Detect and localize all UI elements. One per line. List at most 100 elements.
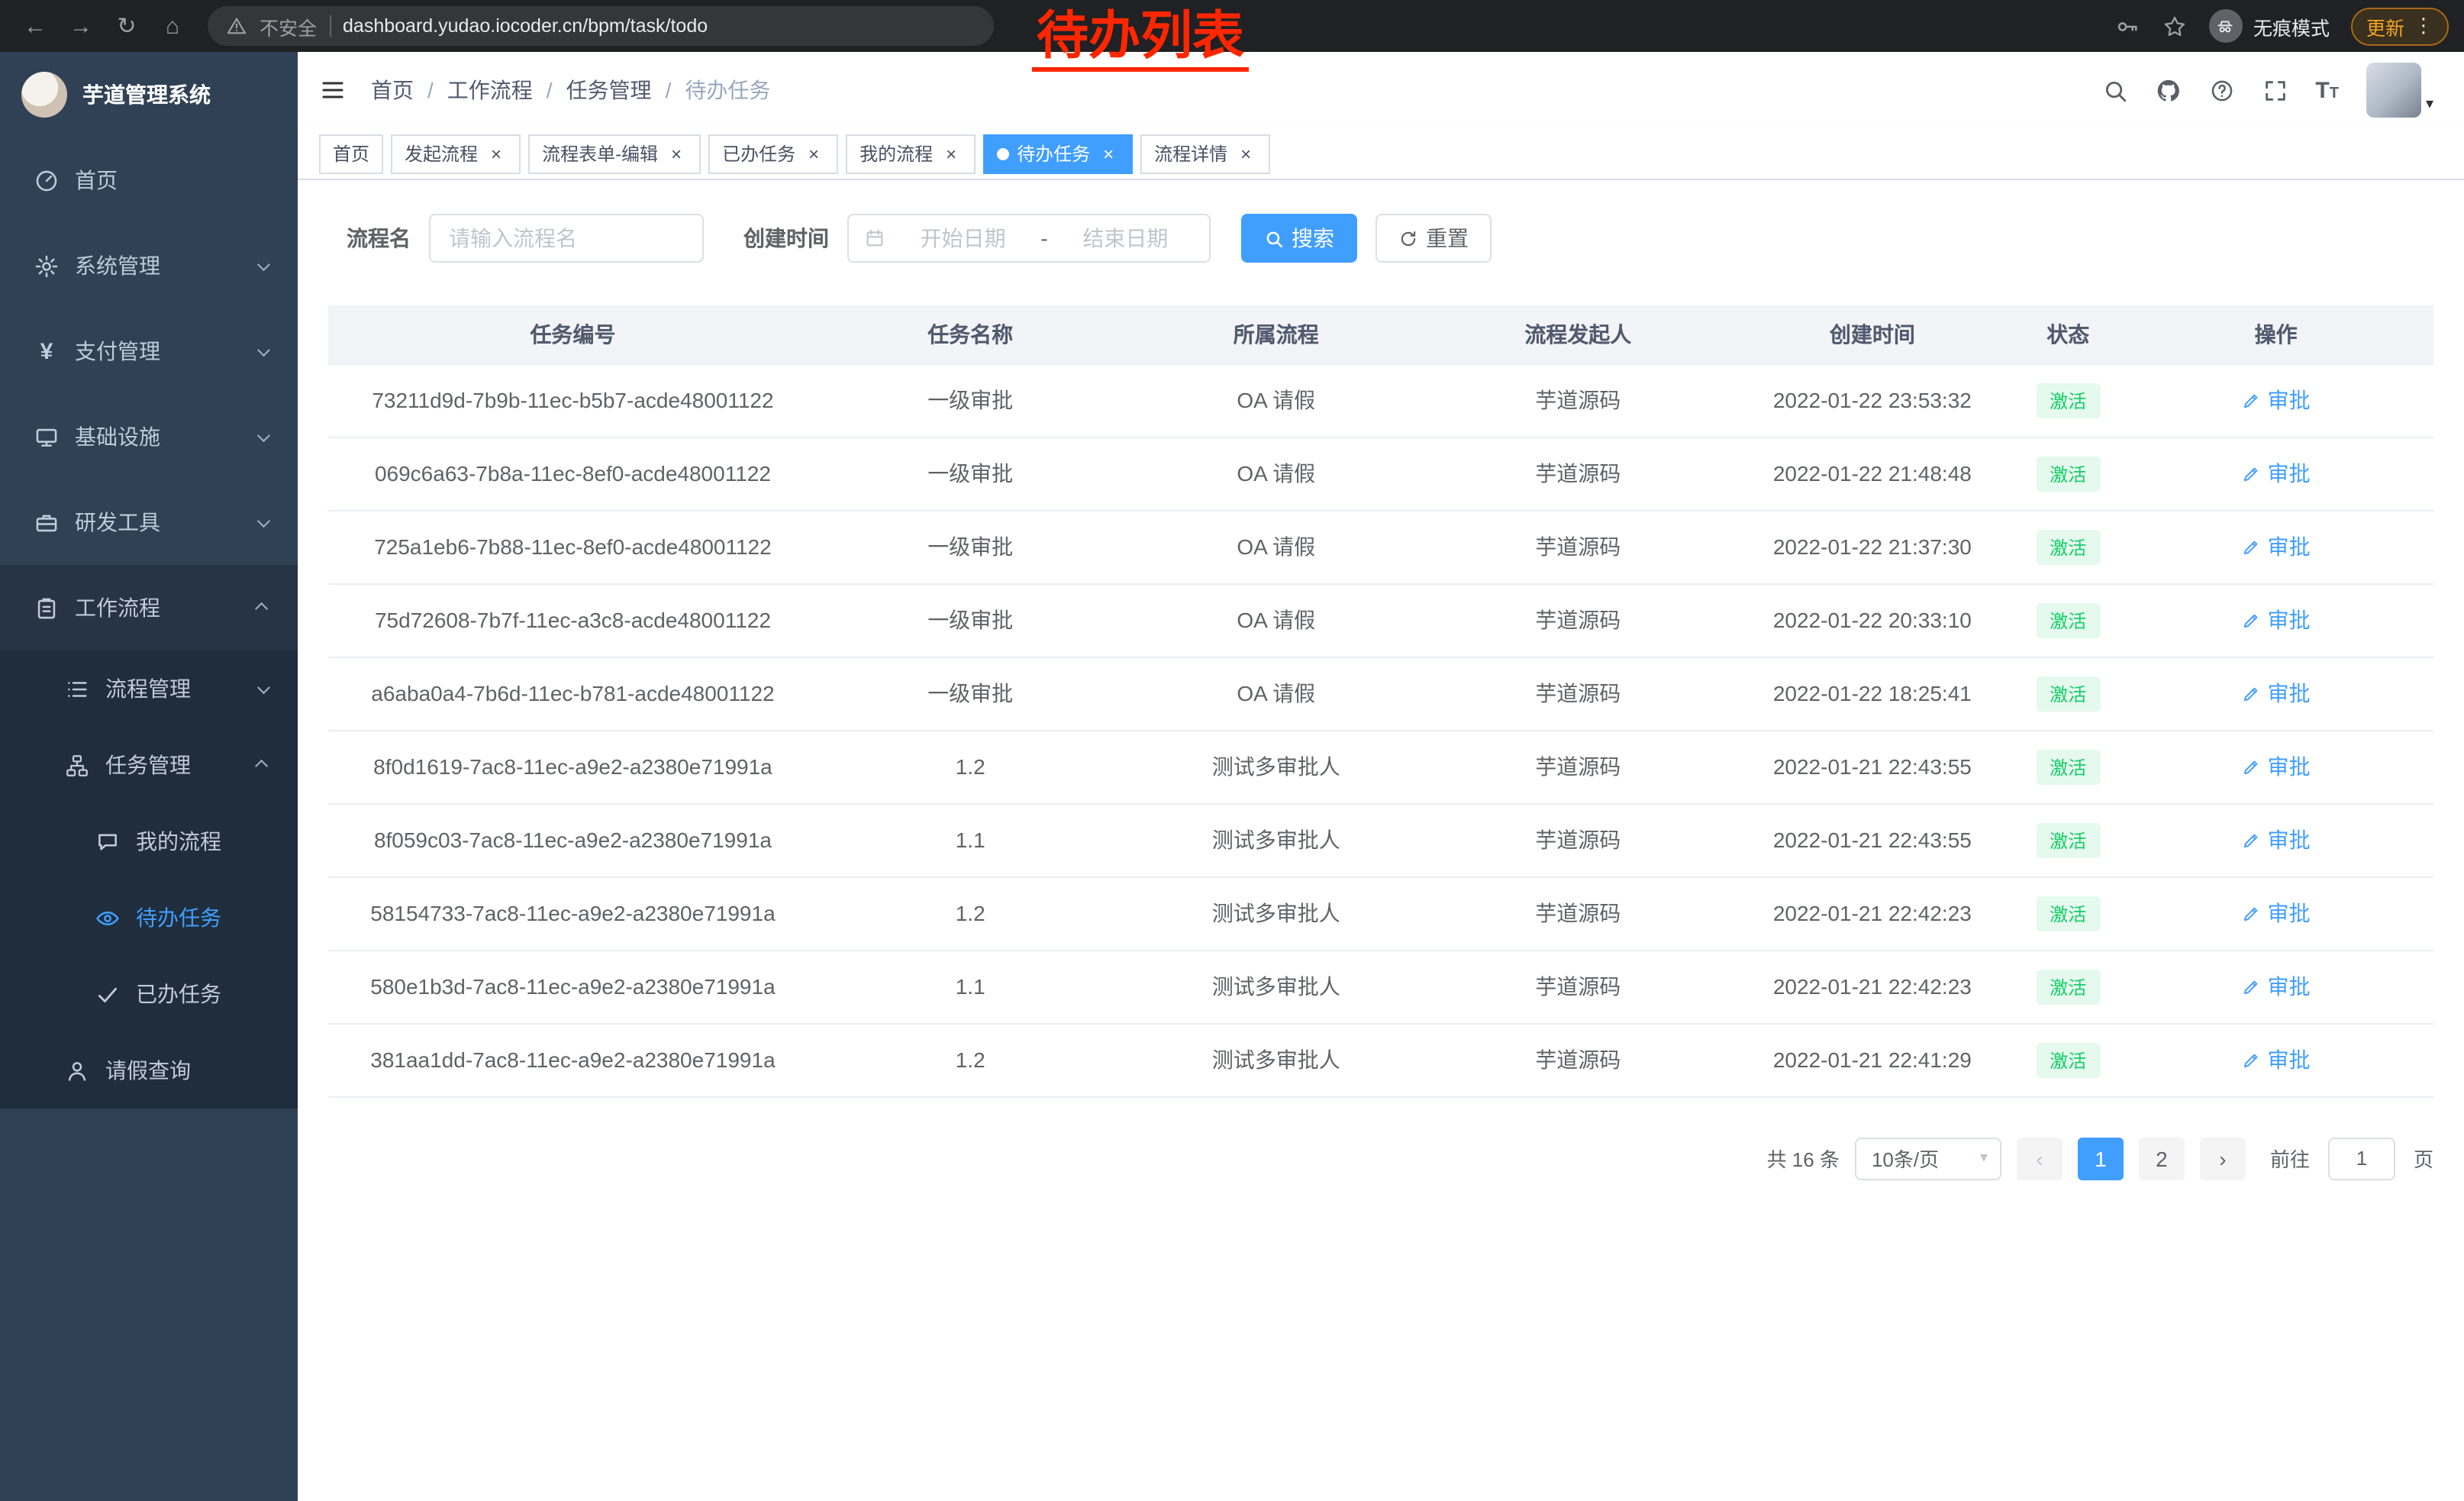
status-badge: 激活 <box>2036 969 2100 1004</box>
tag-done-tasks[interactable]: 已办任务× <box>708 134 838 173</box>
omnibox-divider <box>329 15 331 37</box>
approve-link[interactable]: 审批 <box>2242 605 2311 635</box>
bookmark-star-icon[interactable] <box>2162 13 2188 39</box>
app-body: 芋道管理系统 首页 系统管理 ¥ 支付管理 基础设施 <box>0 52 2464 1501</box>
page-button-2[interactable]: 2 <box>2139 1137 2185 1180</box>
sidebar-item-payment[interactable]: ¥ 支付管理 <box>0 308 298 394</box>
cell-process: OA 请假 <box>1123 363 1429 437</box>
search-icon[interactable] <box>2101 77 2127 103</box>
user-menu[interactable]: ▾ <box>2366 63 2433 118</box>
cell-status: 激活 <box>2017 510 2118 583</box>
sidebar-item-leave-query[interactable]: 请假查询 <box>0 1032 298 1109</box>
approve-link[interactable]: 审批 <box>2242 825 2311 855</box>
incognito-badge: 无痕模式 <box>2209 9 2330 43</box>
sidebar-item-system[interactable]: 系统管理 <box>0 223 298 308</box>
status-badge: 激活 <box>2036 529 2100 564</box>
key-icon[interactable] <box>2114 13 2140 39</box>
approve-link[interactable]: 审批 <box>2242 898 2311 928</box>
top-navbar: 首页 / 工作流程 / 任务管理 / 待办任务 <box>298 52 2464 128</box>
browser-menu-icon[interactable]: ⋮ <box>2414 14 2433 38</box>
close-icon[interactable]: × <box>1098 143 1119 164</box>
cell-status: 激活 <box>2017 363 2118 437</box>
search-button[interactable]: 搜索 <box>1241 214 1357 263</box>
sidebar-item-infrastructure[interactable]: 基础设施 <box>0 394 298 479</box>
close-icon[interactable]: × <box>803 143 824 164</box>
sidebar-collapse-icon[interactable] <box>319 76 347 104</box>
cell-action: 审批 <box>2118 876 2433 950</box>
sidebar-item-done-tasks[interactable]: 已办任务 <box>0 956 298 1032</box>
cell-process: 测试多审批人 <box>1123 1023 1429 1096</box>
cell-process: OA 请假 <box>1123 657 1429 730</box>
approve-link[interactable]: 审批 <box>2242 458 2311 489</box>
status-badge: 激活 <box>2036 383 2100 418</box>
sidebar-item-devtools[interactable]: 研发工具 <box>0 479 298 565</box>
breadcrumb-task-management[interactable]: 任务管理 <box>566 75 652 105</box>
close-icon[interactable]: × <box>1235 143 1256 164</box>
edit-icon <box>2242 757 2262 776</box>
update-button[interactable]: 更新 ⋮ <box>2351 7 2449 45</box>
sidebar-item-task-management[interactable]: 任务管理 <box>0 727 298 803</box>
date-range-picker[interactable]: 开始日期 - 结束日期 <box>847 214 1211 263</box>
tag-my-process[interactable]: 我的流程× <box>846 134 976 173</box>
process-name-input[interactable] <box>429 214 704 263</box>
cell-created: 2022-01-22 23:53:32 <box>1727 363 2018 437</box>
avatar-caret-icon: ▾ <box>2426 93 2433 118</box>
table-header-row: 任务编号 任务名称 所属流程 流程发起人 创建时间 状态 操作 <box>328 305 2433 363</box>
fullscreen-icon[interactable] <box>2262 77 2288 103</box>
font-size-icon[interactable]: TT <box>2315 77 2339 103</box>
update-label: 更新 <box>2366 11 2404 40</box>
forward-icon[interactable]: → <box>61 6 101 46</box>
back-icon[interactable]: ← <box>15 6 55 46</box>
breadcrumb-workflow[interactable]: 工作流程 <box>447 75 533 105</box>
cell-status: 激活 <box>2017 1023 2118 1096</box>
url-text: dashboard.yudao.iocoder.cn/bpm/task/todo <box>343 15 708 37</box>
sidebar-item-workflow[interactable]: 工作流程 <box>0 565 298 650</box>
cell-task-name: 一级审批 <box>818 510 1124 583</box>
tag-process-detail[interactable]: 流程详情× <box>1140 134 1270 173</box>
github-icon[interactable] <box>2155 77 2181 103</box>
reset-button[interactable]: 重置 <box>1376 214 1492 263</box>
approve-link[interactable]: 审批 <box>2242 385 2311 415</box>
cell-action: 审批 <box>2118 437 2433 510</box>
cell-starter: 芋道源码 <box>1429 876 1727 950</box>
page-size-select[interactable]: 10条/页 ▾ <box>1855 1137 2001 1180</box>
end-date-placeholder: 结束日期 <box>1057 223 1194 253</box>
edit-icon <box>2242 976 2262 996</box>
cell-process: 测试多审批人 <box>1123 803 1429 876</box>
close-icon[interactable]: × <box>666 143 687 164</box>
tag-home[interactable]: 首页 <box>319 134 383 173</box>
close-icon[interactable]: × <box>485 143 507 164</box>
browser-home-icon[interactable]: ⌂ <box>153 6 192 46</box>
breadcrumb-home[interactable]: 首页 <box>371 75 414 105</box>
sidebar-item-todo-tasks[interactable]: 待办任务 <box>0 880 298 956</box>
cell-action: 审批 <box>2118 730 2433 803</box>
app-logo[interactable]: 芋道管理系统 <box>0 52 298 137</box>
address-bar[interactable]: 不安全 dashboard.yudao.iocoder.cn/bpm/task/… <box>208 6 994 46</box>
tag-process-form-edit[interactable]: 流程表单-编辑× <box>528 134 701 173</box>
approve-link[interactable]: 审批 <box>2242 1044 2311 1075</box>
page-button-1[interactable]: 1 <box>2078 1137 2124 1180</box>
sidebar-item-home[interactable]: 首页 <box>0 137 298 223</box>
table-row: a6aba0a4-7b6d-11ec-b781-acde48001122 一级审… <box>328 657 2433 730</box>
avatar[interactable] <box>2366 63 2421 118</box>
approve-link[interactable]: 审批 <box>2242 751 2311 782</box>
approve-link[interactable]: 审批 <box>2242 678 2311 709</box>
reload-icon[interactable]: ↻ <box>107 6 147 46</box>
approve-link[interactable]: 审批 <box>2242 971 2311 1002</box>
approve-link[interactable]: 审批 <box>2242 531 2311 562</box>
goto-page-input[interactable] <box>2328 1137 2395 1180</box>
help-icon[interactable] <box>2208 77 2234 103</box>
cell-status: 激活 <box>2017 803 2118 876</box>
next-page-button[interactable]: › <box>2200 1137 2246 1180</box>
tag-start-process[interactable]: 发起流程× <box>391 134 521 173</box>
table-row: 8f0d1619-7ac8-11ec-a9e2-a2380e71991a 1.2… <box>328 730 2433 803</box>
yen-icon: ¥ <box>34 338 60 364</box>
tag-todo-tasks[interactable]: 待办任务× <box>983 134 1133 173</box>
close-icon[interactable]: × <box>940 143 962 164</box>
cell-starter: 芋道源码 <box>1429 510 1727 583</box>
todo-task-table: 任务编号 任务名称 所属流程 流程发起人 创建时间 状态 操作 73211d9d… <box>328 305 2433 1097</box>
cell-action: 审批 <box>2118 803 2433 876</box>
prev-page-button[interactable]: ‹ <box>2017 1137 2062 1180</box>
sidebar-item-process-management[interactable]: 流程管理 <box>0 650 298 727</box>
sidebar-item-my-process[interactable]: 我的流程 <box>0 803 298 880</box>
